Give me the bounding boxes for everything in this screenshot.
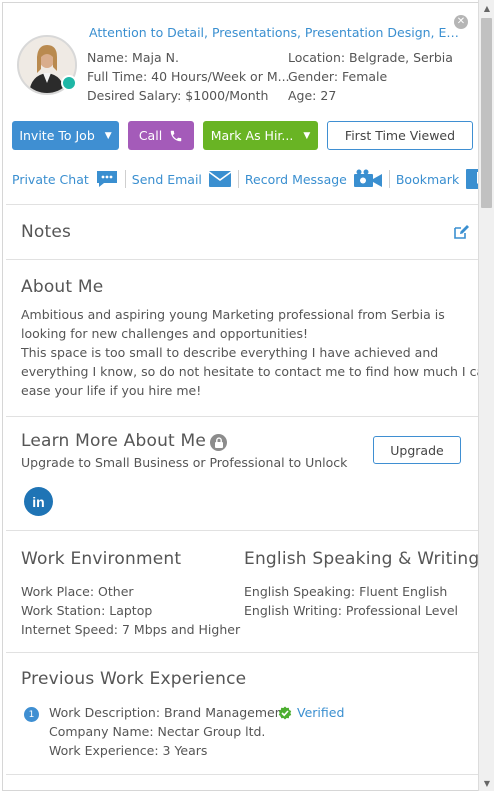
candidate-gender: Gender: Female	[288, 69, 388, 84]
english-writing: English Writing: Professional Level	[244, 603, 459, 618]
online-status-icon	[61, 75, 77, 91]
about-me-line: Ambitious and aspiring young Marketing p…	[21, 307, 445, 322]
mark-as-hired-button[interactable]: Mark As Hir... ▼	[203, 121, 318, 150]
send-email-label: Send Email	[131, 171, 202, 187]
divider	[237, 170, 239, 188]
work-experience-years: Work Experience: 3 Years	[49, 743, 208, 758]
internet-speed: Internet Speed: 7 Mbps and Higher	[21, 622, 241, 637]
lock-icon	[210, 434, 227, 451]
video-camera-icon	[353, 169, 383, 189]
call-label: Call	[138, 128, 163, 143]
invite-to-job-button[interactable]: Invite To Job ▼	[12, 121, 119, 150]
bookmark-link[interactable]: Bookmark	[395, 168, 478, 190]
work-environment-title: Work Environment	[21, 549, 182, 569]
about-me-line: ease your life if you hire me!	[21, 383, 202, 398]
divider	[388, 170, 390, 188]
company-name: Company Name: Nectar Group ltd.	[49, 724, 266, 739]
bookmark-label: Bookmark	[395, 171, 460, 187]
notes-title: Notes	[21, 222, 72, 242]
work-description: Work Description: Brand Management	[49, 705, 288, 720]
chevron-down-icon: ▼	[104, 130, 112, 141]
work-station: Work Station: Laptop	[21, 603, 153, 618]
verified-badge: Verified	[278, 705, 344, 720]
vertical-scrollbar[interactable]: ▲ ▼	[478, 0, 494, 791]
about-me-line: everything I know, so do not hesitate to…	[21, 364, 479, 379]
first-time-viewed-button[interactable]: First Time Viewed	[327, 121, 473, 150]
verified-label: Verified	[297, 705, 345, 720]
first-time-viewed-label: First Time Viewed	[344, 128, 456, 143]
divider	[6, 530, 478, 531]
private-chat-label: Private Chat	[12, 171, 89, 187]
bookmark-icon	[465, 168, 478, 190]
linkedin-label: in	[32, 493, 45, 510]
divider	[124, 170, 126, 188]
experience-number: 1	[28, 709, 35, 720]
phone-icon	[169, 129, 183, 143]
divider	[6, 204, 478, 205]
skills-list[interactable]: Attention to Detail, Presentations, Pres…	[89, 25, 459, 40]
candidate-age: Age: 27	[288, 88, 337, 103]
candidate-salary: Desired Salary: $1000/Month	[87, 88, 269, 103]
record-message-label: Record Message	[244, 171, 347, 187]
divider	[6, 652, 478, 653]
upgrade-label: Upgrade	[390, 442, 444, 458]
about-me-line: This space is too small to describe ever…	[21, 345, 439, 360]
scroll-down-icon[interactable]: ▼	[479, 775, 494, 791]
record-message-link[interactable]: Record Message	[245, 169, 383, 189]
avatar	[17, 35, 77, 95]
scroll-up-icon[interactable]: ▲	[479, 0, 494, 16]
work-experience-title: Previous Work Experience	[21, 669, 247, 689]
english-title: English Speaking & Writing	[244, 549, 479, 569]
linkedin-icon[interactable]: in	[24, 487, 53, 516]
about-me-line: looking for new challenges and opportuni…	[21, 326, 309, 341]
divider	[6, 416, 478, 417]
divider	[6, 259, 478, 260]
contact-links-row: Private Chat Send Email Record Message B…	[12, 165, 478, 193]
learn-more-subtitle: Upgrade to Small Business or Professiona…	[21, 455, 348, 470]
upgrade-button[interactable]: Upgrade	[373, 436, 461, 464]
chat-icon	[95, 169, 119, 189]
candidate-location: Location: Belgrade, Serbia	[288, 50, 453, 65]
learn-more-title: Learn More About Me	[21, 431, 207, 451]
profile-panel: ✕ Attention to Detail, Presentations, Pr…	[2, 2, 479, 791]
english-speaking: English Speaking: Fluent English	[244, 584, 448, 599]
private-chat-link[interactable]: Private Chat	[12, 169, 119, 189]
scrollbar-thumb[interactable]	[481, 18, 492, 208]
candidate-fulltime: Full Time: 40 Hours/Week or M...	[87, 69, 290, 84]
about-me-title: About Me	[21, 277, 104, 297]
candidate-name: Name: Maja N.	[87, 50, 179, 65]
experience-number-badge: 1	[24, 707, 39, 722]
verified-check-icon	[278, 706, 292, 720]
invite-to-job-label: Invite To Job	[19, 128, 95, 143]
divider	[6, 774, 478, 775]
call-button[interactable]: Call	[128, 121, 194, 150]
envelope-icon	[208, 170, 232, 188]
mark-as-hired-label: Mark As Hir...	[210, 128, 294, 143]
chevron-down-icon: ▼	[303, 130, 311, 141]
work-place: Work Place: Other	[21, 584, 134, 599]
send-email-link[interactable]: Send Email	[132, 170, 232, 188]
edit-icon[interactable]	[452, 223, 470, 245]
